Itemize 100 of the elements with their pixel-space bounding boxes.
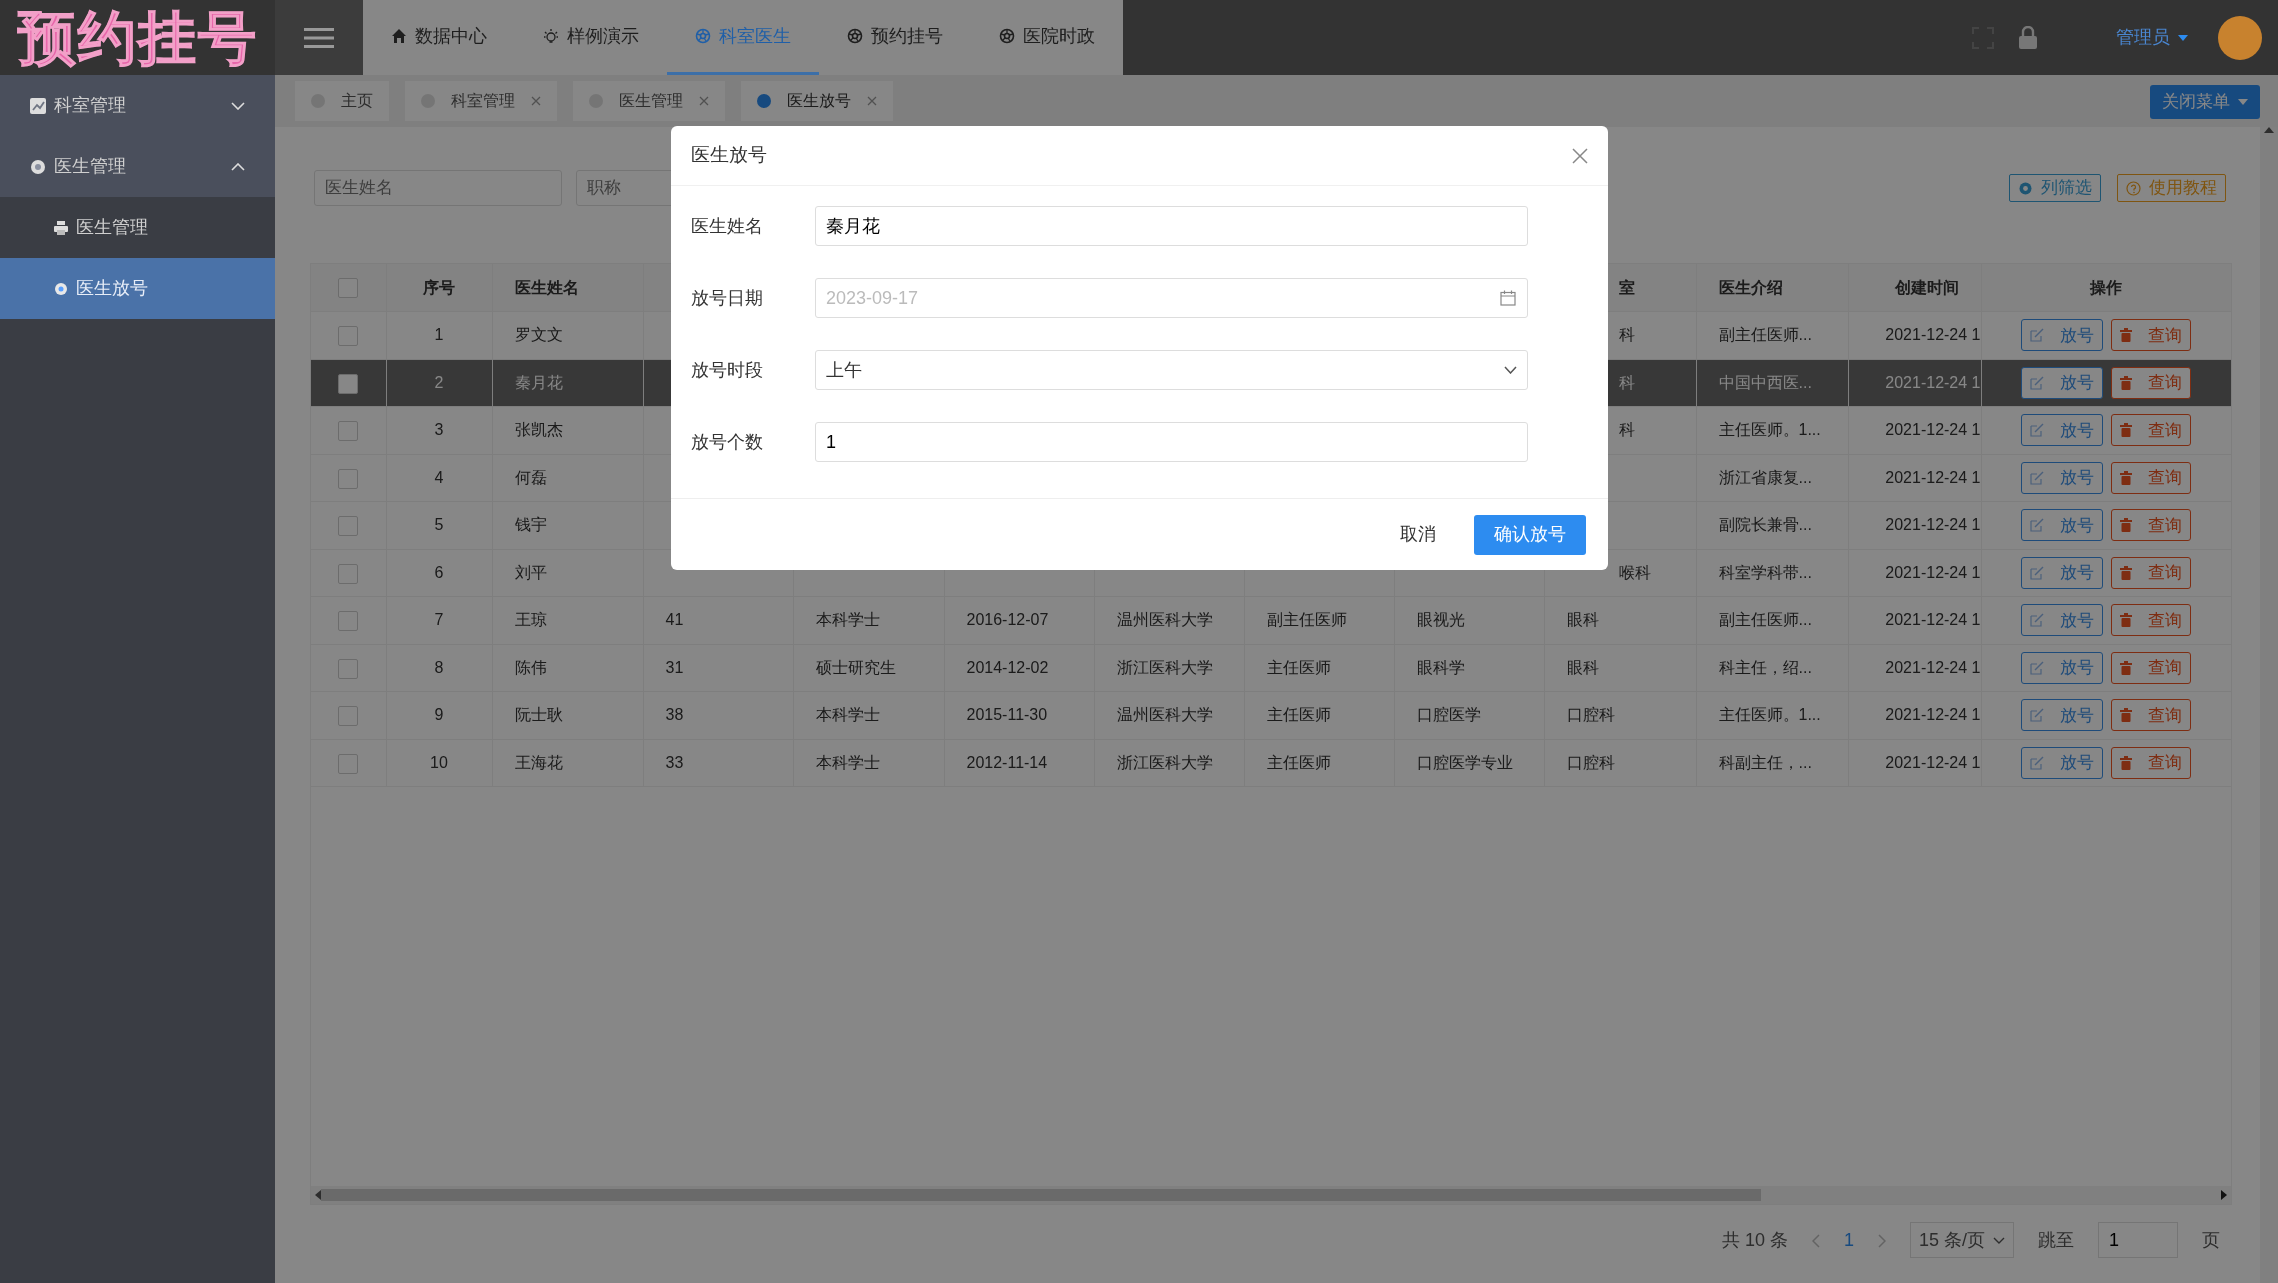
table-cell: 温州医科大学 [1116, 706, 1213, 724]
checkbox[interactable] [338, 658, 359, 679]
checkbox[interactable] [338, 563, 359, 584]
page-tab[interactable]: 科室管理 [405, 81, 557, 121]
nav-tab[interactable]: 样例演示 [515, 0, 667, 75]
release-button[interactable]: 放号 [2021, 461, 2103, 494]
release-button[interactable]: 放号 [2021, 699, 2103, 732]
aperture-icon [847, 28, 863, 44]
checkbox[interactable] [338, 753, 359, 774]
checkbox[interactable] [338, 278, 359, 299]
menu-button[interactable] [275, 0, 363, 75]
edit-icon [2030, 470, 2044, 485]
page-input[interactable]: 1 [2098, 1222, 2178, 1258]
query-button[interactable]: 查询 [2111, 461, 2191, 494]
release-button[interactable]: 放号 [2021, 509, 2103, 542]
calendar-icon [1500, 290, 1516, 306]
confirm-button[interactable]: 确认放号 [1474, 514, 1586, 555]
table-cell: 口腔科 [1566, 753, 1615, 771]
checkbox[interactable] [338, 706, 359, 726]
up-arrow-icon [2264, 127, 2274, 133]
avatar[interactable] [2218, 15, 2262, 60]
table-cell: 硕士研究生 [815, 658, 896, 676]
close-button[interactable] [1572, 147, 1588, 164]
column-filter-button[interactable]: 列筛选 [2009, 174, 2101, 202]
input-field[interactable]: 秦月花 [815, 206, 1528, 246]
input-field[interactable]: 1 [815, 422, 1528, 462]
table-cell: 陈伟 [514, 658, 547, 676]
release-button[interactable]: 放号 [2021, 556, 2103, 589]
trash-icon [2120, 708, 2132, 723]
checkbox[interactable] [338, 611, 359, 631]
column-header: 室 [1617, 278, 1635, 296]
column-header: 创建时间 [1894, 278, 1959, 296]
home-icon [391, 28, 407, 44]
query-button[interactable]: 查询 [2111, 604, 2191, 637]
chevron-right-icon [1877, 1233, 1886, 1248]
sidebar-subitem[interactable]: 医生放号 [0, 258, 275, 319]
logo-text: 预约挂号 [17, 4, 258, 72]
release-button[interactable]: 放号 [2021, 651, 2103, 684]
nav-tab[interactable]: 数据中心 [363, 0, 515, 75]
caret-icon [2238, 99, 2248, 105]
table-cell: 2021-12-24 1 [1885, 753, 1980, 771]
page-tab[interactable]: 医生放号 [741, 81, 893, 121]
user-menu[interactable]: 管理员 [2110, 23, 2194, 52]
filter-field[interactable]: 医生姓名 [314, 170, 562, 206]
table-cell: 秦月花 [514, 373, 563, 391]
trash-icon [2120, 328, 2132, 343]
table-cell: 38 [665, 706, 684, 724]
table-cell-text: 科 [1617, 326, 1635, 344]
table-cell: 2021-12-24 1 [1885, 516, 1980, 534]
select-field[interactable]: 上午 [815, 350, 1528, 390]
query-button[interactable]: 查询 [2111, 366, 2191, 399]
page-tab[interactable]: 主页 [295, 81, 389, 121]
checkbox[interactable] [338, 468, 359, 489]
table-cell: 2021-12-24 1 [1885, 373, 1980, 391]
table-cell: 2015-11-30 [966, 706, 1048, 724]
query-button[interactable]: 查询 [2111, 746, 2191, 779]
release-button[interactable]: 放号 [2021, 319, 2103, 352]
query-button[interactable]: 查询 [2111, 319, 2191, 352]
query-button[interactable]: 查询 [2111, 509, 2191, 542]
column-header: 医生姓名 [514, 278, 579, 296]
nav-tab[interactable]: 医院时政 [971, 0, 1123, 75]
checkbox[interactable] [338, 373, 359, 394]
close-menu-button[interactable]: 关闭菜单 [2150, 85, 2260, 119]
table-cell: 眼视光 [1416, 611, 1465, 629]
release-button[interactable]: 放号 [2021, 604, 2103, 637]
aperture-icon [695, 28, 711, 44]
query-button[interactable]: 查询 [2111, 414, 2191, 447]
checkbox[interactable] [338, 326, 359, 346]
table-cell: 2016-12-07 [966, 611, 1049, 629]
release-button[interactable]: 放号 [2021, 746, 2103, 779]
query-button[interactable]: 查询 [2111, 651, 2191, 684]
trash-icon [2120, 755, 2132, 770]
horizontal-scrollbar[interactable] [311, 1186, 2231, 1204]
checkbox[interactable] [338, 516, 359, 536]
query-button[interactable]: 查询 [2111, 556, 2191, 589]
help-button[interactable]: 使用教程 [2117, 174, 2226, 202]
page-button[interactable]: 1 [1843, 1226, 1854, 1254]
page-size-select[interactable]: 15 条/页 [1909, 1222, 2014, 1258]
table-cell: 4 [434, 468, 444, 486]
checkbox[interactable] [338, 421, 359, 441]
table-cell: 2021-12-24 1 [1885, 421, 1980, 439]
table-cell: 2021-12-24 1 [1885, 326, 1980, 344]
table-cell: 眼科 [1566, 611, 1599, 629]
sidebar-item[interactable]: 医生管理 [0, 136, 275, 197]
trash-icon [2120, 423, 2132, 438]
table-cell: 31 [665, 658, 684, 676]
table-cell: 钱宇 [514, 516, 547, 534]
vertical-scrollbar[interactable] [2260, 127, 2278, 1283]
date-field[interactable]: 2023-09-17 [815, 278, 1528, 318]
query-button[interactable]: 查询 [2111, 699, 2191, 732]
release-button[interactable]: 放号 [2021, 366, 2103, 399]
trash-icon [2120, 470, 2132, 485]
edit-icon [2030, 375, 2044, 390]
page-tab[interactable]: 医生管理 [573, 81, 725, 121]
release-button[interactable]: 放号 [2021, 414, 2103, 447]
nav-tab[interactable]: 预约挂号 [819, 0, 971, 75]
chevron-up-icon [231, 162, 245, 171]
right-arrow-icon [2221, 1190, 2227, 1200]
close-icon [1572, 147, 1588, 164]
sidebar-item[interactable]: 科室管理 [0, 75, 275, 136]
